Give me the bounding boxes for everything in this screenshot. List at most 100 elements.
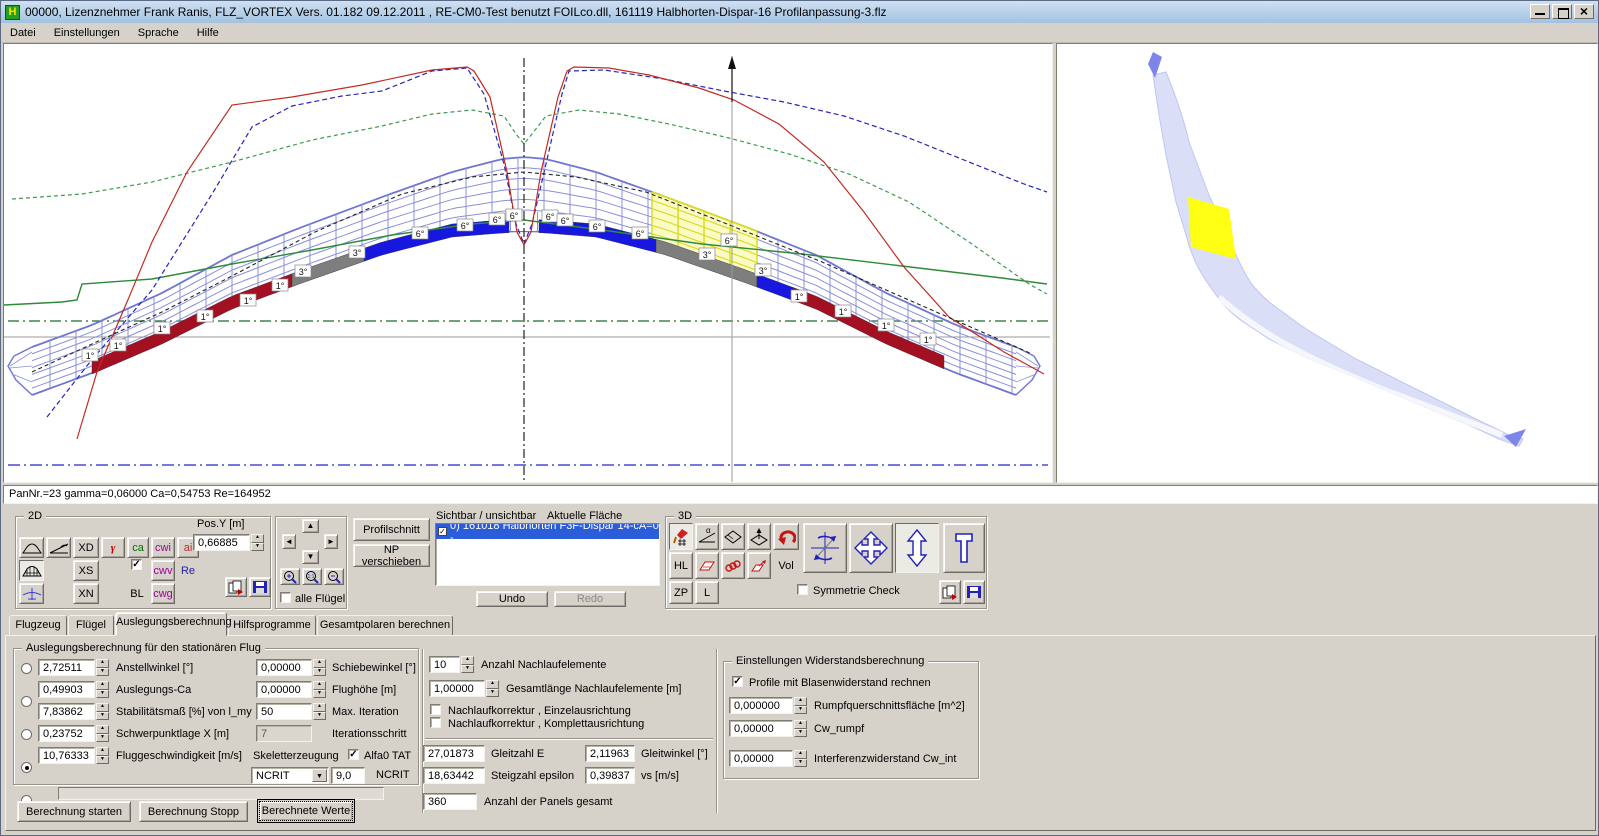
surface-listbox[interactable]: 0) 161018 Halbhorten F3F-Dispar 14-cA=0 …	[435, 523, 660, 586]
cw-rumpf-spinner[interactable]	[794, 720, 807, 737]
wing-3d-view[interactable]	[1056, 43, 1598, 483]
save-2d-button[interactable]	[249, 577, 271, 597]
zp-button[interactable]: ZP	[669, 581, 693, 604]
paint-mesh-button[interactable]	[669, 523, 693, 550]
cwv-button[interactable]: cwv	[151, 560, 175, 581]
radio-anstellwinkel[interactable]	[21, 663, 32, 674]
zoom-out-button[interactable]	[324, 568, 344, 585]
nachlaufkorrektur-einzel-checkbox[interactable]	[430, 704, 441, 715]
vol-button[interactable]: Vol	[773, 552, 799, 579]
redo-button[interactable]: Redo	[554, 591, 626, 607]
ca-checkbox[interactable]	[131, 559, 142, 570]
menu-hilfe[interactable]: Hilfe	[188, 25, 228, 41]
auslegungs-ca-field[interactable]: 0,49903	[38, 681, 95, 698]
radio-stabilitaetsmass[interactable]	[21, 729, 32, 740]
rumpfflaeche-field[interactable]: 0,000000	[729, 697, 793, 714]
close-button[interactable]	[1574, 4, 1594, 19]
stabilitaetsmass-field[interactable]: 7,83862	[38, 703, 95, 720]
tab-fluegel[interactable]: Flügel	[68, 615, 114, 636]
berechnung-starten-button[interactable]: Berechnung starten	[17, 801, 131, 822]
schwerpunktlage-field[interactable]: 0,23752	[38, 725, 95, 742]
gamma-button[interactable]: γ	[101, 537, 125, 558]
radio-auslegungs-ca[interactable]	[21, 696, 32, 707]
pan-left-button[interactable]	[282, 534, 296, 549]
undo-3d-button[interactable]	[773, 523, 799, 550]
panel-red3-button[interactable]	[747, 552, 771, 579]
schiebewinkel-spinner[interactable]	[313, 659, 326, 676]
anstellwinkel-field[interactable]: 2,72511	[38, 659, 95, 676]
cwi-button[interactable]: cwi	[151, 537, 175, 558]
anstellwinkel-spinner[interactable]	[96, 659, 109, 676]
profilschnitt-button[interactable]: Profilschnitt	[353, 518, 430, 541]
panel-red1-button[interactable]	[695, 552, 719, 579]
berechnete-werte-button[interactable]: Berechnete Werte	[257, 799, 355, 823]
move-3d-button[interactable]	[849, 523, 893, 573]
xn-button[interactable]: XN	[73, 583, 99, 604]
menu-datei[interactable]: Datei	[1, 25, 45, 41]
menu-sprache[interactable]: Sprache	[129, 25, 188, 41]
zoom-in-button[interactable]	[280, 568, 300, 585]
stabilitaetsmass-spinner[interactable]	[96, 703, 109, 720]
nachlaufkorrektur-komplett-checkbox[interactable]	[430, 717, 441, 728]
vertical-move-button[interactable]	[895, 523, 939, 573]
mesh-view-button[interactable]	[19, 560, 44, 581]
save-3d-button[interactable]	[963, 580, 985, 604]
zoom-reset-button[interactable]: 1:1	[302, 568, 322, 585]
auslegungs-ca-spinner[interactable]	[96, 681, 109, 698]
panel-lift-button[interactable]	[747, 523, 771, 550]
nachlauf-length-spinner[interactable]	[486, 680, 499, 697]
planform-view-button[interactable]	[19, 537, 44, 558]
tab-gesamtpolaren[interactable]: Gesamtpolaren berechnen	[317, 615, 453, 636]
nachlauf-length-field[interactable]: 1,00000	[429, 680, 485, 697]
alpha-panels-button[interactable]: α	[695, 523, 719, 550]
cwg-button[interactable]: cwg	[151, 583, 175, 604]
copy-3d-button[interactable]	[939, 580, 961, 604]
restore-button[interactable]	[1552, 4, 1572, 19]
wing-planform-plot[interactable]: 6°6°6°6°6°6°6°6°6°3°3°3°3°1°1°1°1°1°1°1°…	[3, 43, 1053, 483]
l-button[interactable]: L	[695, 581, 719, 604]
surface-visible-checkbox[interactable]	[438, 527, 447, 536]
chevron-down-icon[interactable]	[312, 769, 327, 782]
hl-button[interactable]: HL	[669, 552, 693, 579]
symmetrie-check-checkbox[interactable]	[797, 584, 808, 595]
max-iteration-spinner[interactable]	[313, 703, 326, 720]
pan-right-button[interactable]	[324, 534, 338, 549]
tools-button[interactable]	[943, 523, 985, 573]
rumpfflaeche-spinner[interactable]	[794, 697, 807, 714]
posy-field[interactable]: 0,66885	[193, 534, 250, 551]
front-view-button[interactable]	[19, 583, 44, 604]
cw-rumpf-field[interactable]: 0,00000	[729, 720, 793, 737]
tab-auslegungsberechnung[interactable]: Auslegungsberechnung	[115, 612, 227, 636]
pan-up-button[interactable]	[302, 519, 319, 533]
pan-down-button[interactable]	[302, 550, 319, 564]
alpha-distribution-button[interactable]	[46, 537, 71, 558]
schwerpunktlage-spinner[interactable]	[96, 725, 109, 742]
alle-fluegel-checkbox[interactable]	[280, 592, 291, 603]
minimize-button[interactable]	[1530, 4, 1550, 19]
flughoehe-spinner[interactable]	[313, 681, 326, 698]
rotate-3d-button[interactable]	[803, 523, 847, 573]
fluggeschwindigkeit-field[interactable]: 10,76333	[38, 747, 95, 764]
ncrit-value-field[interactable]: 9,0	[331, 767, 365, 784]
max-iteration-field[interactable]: 50	[256, 703, 312, 720]
xs-button[interactable]: XS	[73, 560, 99, 581]
panel-normal-button[interactable]	[721, 523, 745, 550]
flughoehe-field[interactable]: 0,00000	[256, 681, 312, 698]
undo-button[interactable]: Undo	[476, 591, 548, 607]
bl-button[interactable]: BL	[125, 583, 149, 604]
schiebewinkel-field[interactable]: 0,00000	[256, 659, 312, 676]
ncrit-dropdown[interactable]: NCRIT	[251, 767, 329, 784]
radio-schwerpunktlage[interactable]	[21, 762, 32, 773]
nachlauf-count-field[interactable]: 10	[429, 656, 460, 673]
alfa0-tat-checkbox[interactable]	[348, 749, 359, 760]
blasenwiderstand-checkbox[interactable]	[732, 676, 743, 687]
surface-list-item[interactable]: 0) 161018 Halbhorten F3F-Dispar 14-cA=0 …	[436, 524, 659, 539]
copy-2d-button[interactable]	[225, 577, 247, 597]
tab-flugzeug[interactable]: Flugzeug	[9, 615, 67, 636]
berechnung-stopp-button[interactable]: Berechnung Stopp	[139, 801, 248, 822]
ca-button[interactable]: ca	[127, 537, 149, 558]
np-verschieben-button[interactable]: NP verschieben	[353, 544, 430, 567]
xd-button[interactable]: XD	[73, 537, 99, 558]
menu-einstellungen[interactable]: Einstellungen	[45, 25, 129, 41]
cw-int-field[interactable]: 0,00000	[729, 750, 793, 767]
